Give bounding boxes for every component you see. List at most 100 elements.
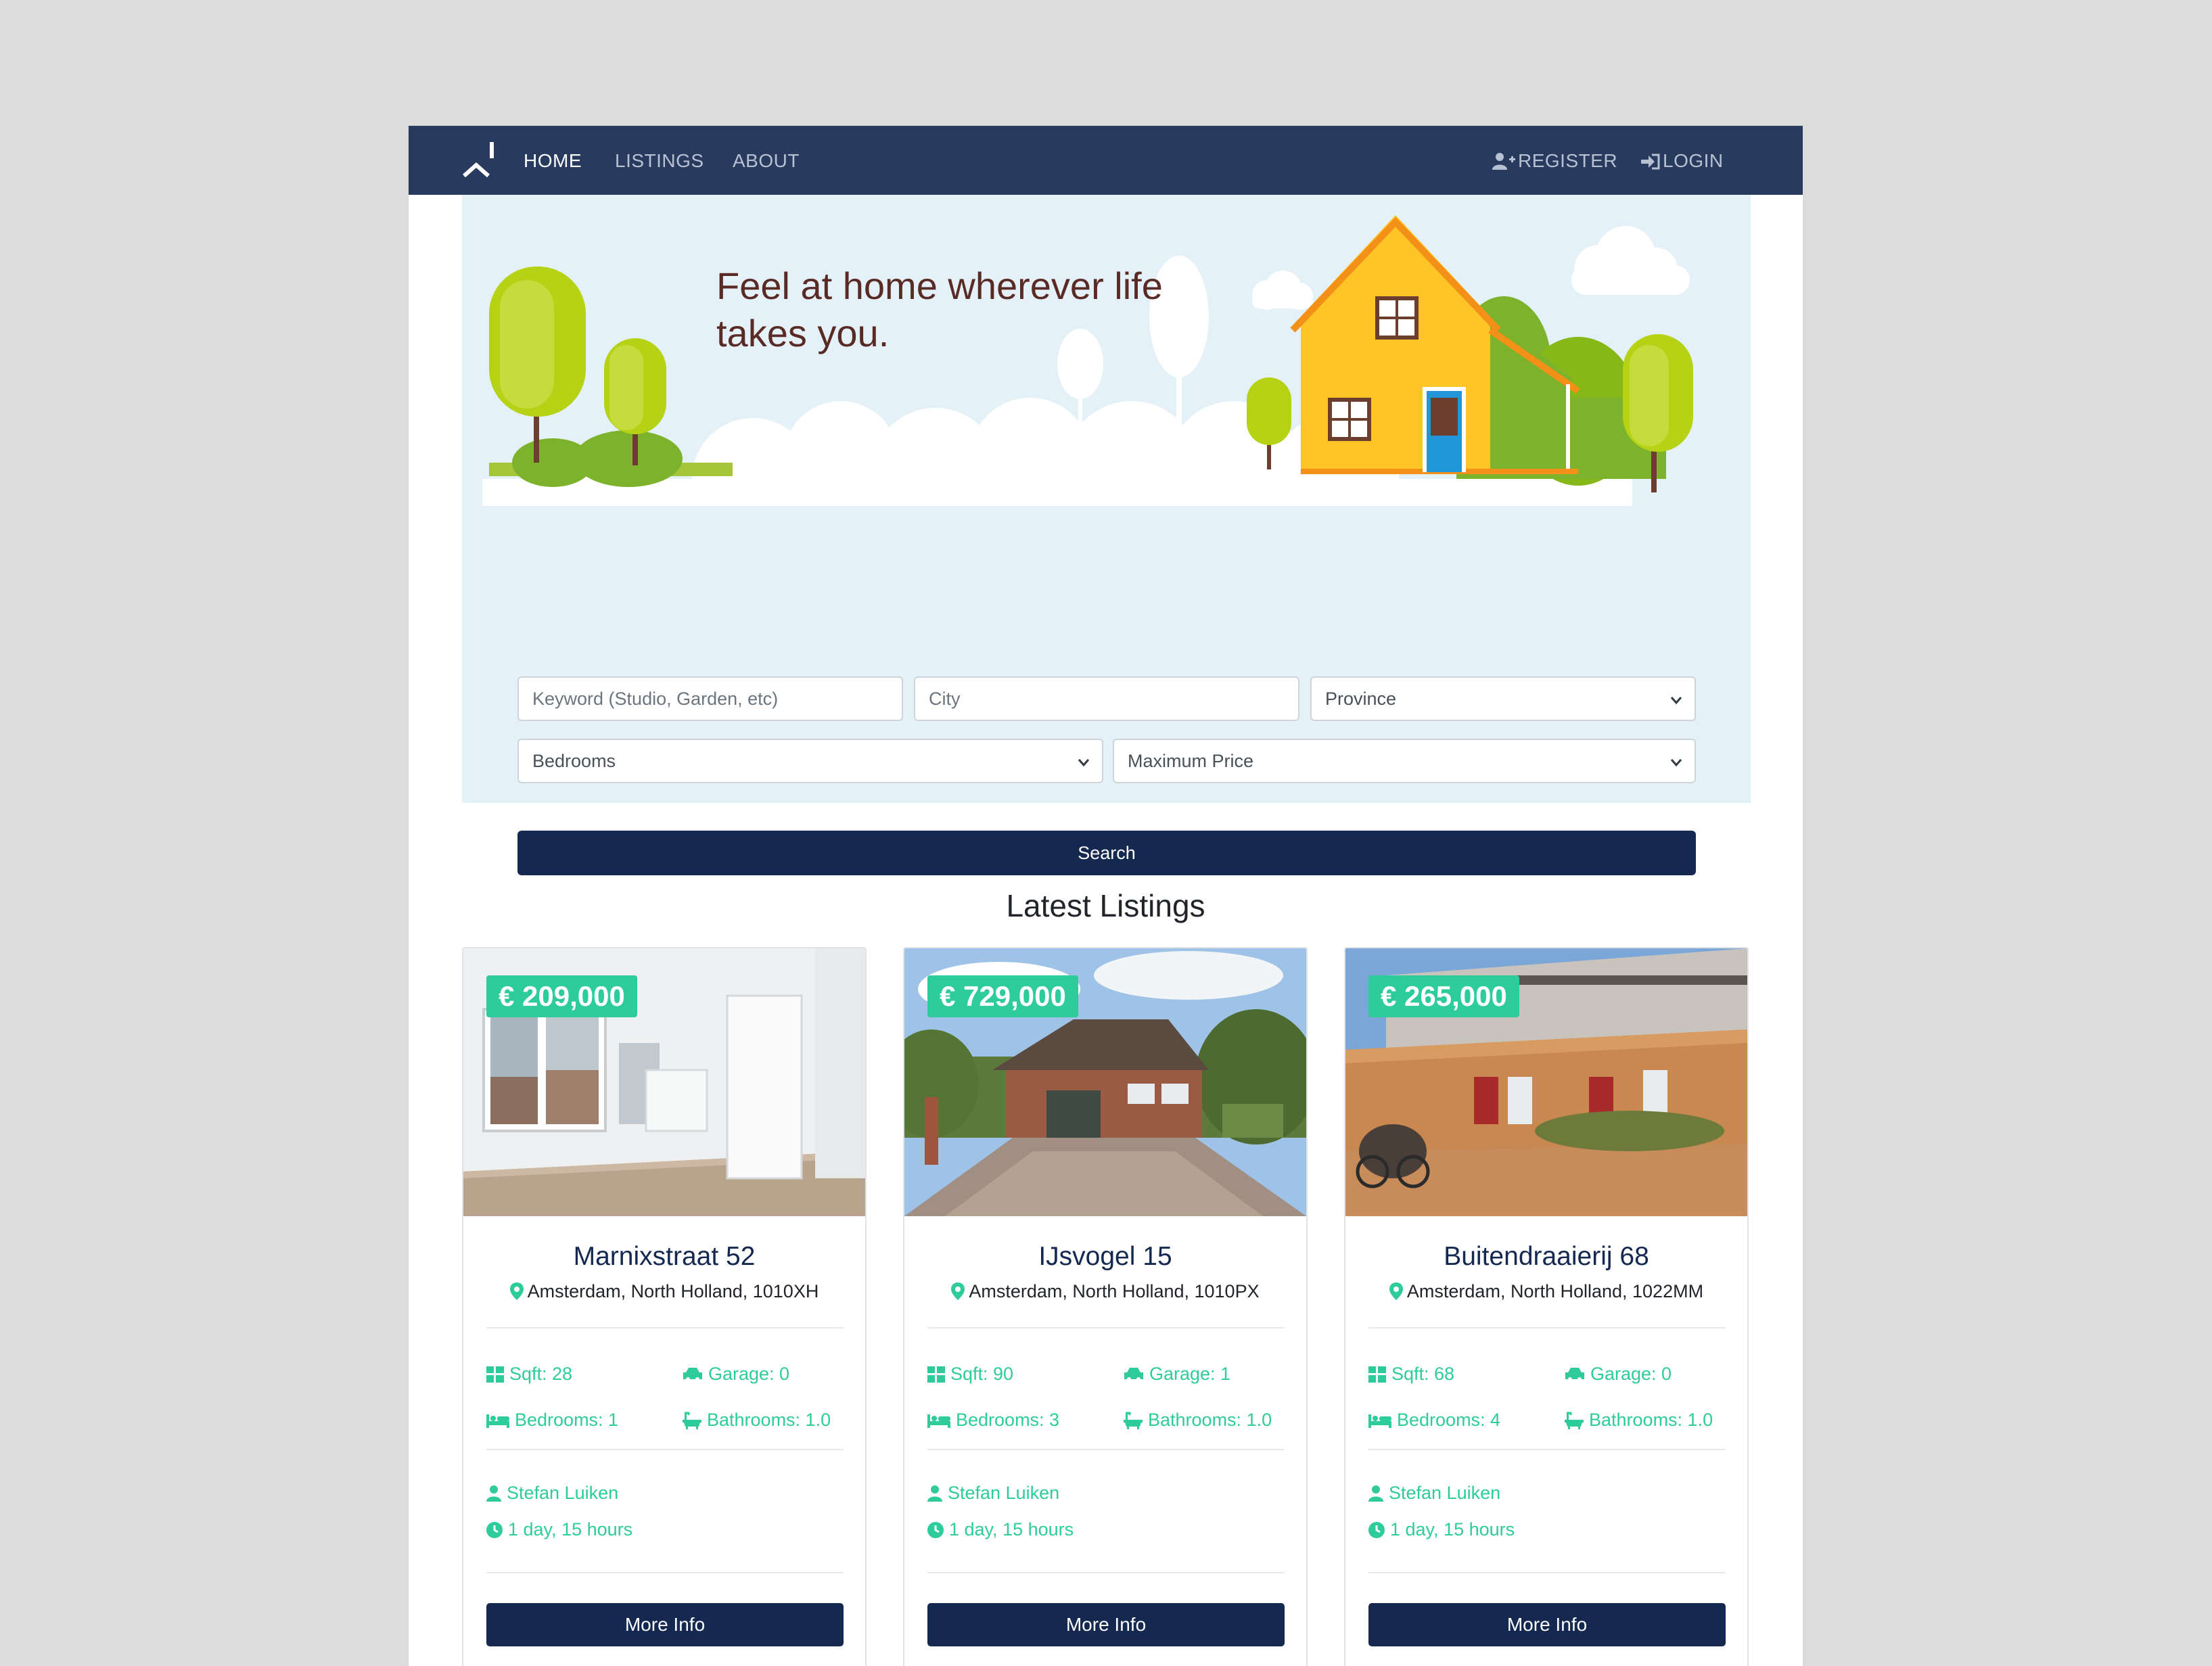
hero-search-section: Feel at home wherever life takes you. Ke… bbox=[462, 195, 1751, 875]
browser-window: HOME LISTINGS ABOUT REGISTER LOGIN Feel … bbox=[409, 126, 1803, 1666]
search-button[interactable]: Search bbox=[517, 831, 1696, 875]
listing-sqft-text: Sqft: 68 bbox=[1391, 1364, 1455, 1384]
listing-card: € 729,000 IJsvogel 15 Amsterdam, North H… bbox=[903, 947, 1308, 1666]
login-label: LOGIN bbox=[1663, 150, 1724, 171]
more-info-button[interactable]: More Info bbox=[927, 1603, 1285, 1646]
bed-icon bbox=[486, 1414, 509, 1428]
listing-sqft-text: Sqft: 28 bbox=[509, 1364, 573, 1384]
listing-realtor: Stefan Luiken bbox=[1368, 1483, 1500, 1504]
listing-address: Amsterdam, North Holland, 1010PX bbox=[904, 1281, 1306, 1302]
listing-title: Buitendraaierij 68 bbox=[1444, 1242, 1649, 1271]
listing-title: IJsvogel 15 bbox=[1038, 1242, 1172, 1271]
nav-login[interactable]: LOGIN bbox=[1641, 150, 1724, 172]
listing-date: 1 day, 15 hours bbox=[486, 1519, 632, 1540]
divider bbox=[1368, 1572, 1726, 1573]
user-icon bbox=[927, 1485, 942, 1502]
listing-card: € 209,000 Marnixstraat 52 Amsterdam, Nor… bbox=[462, 947, 867, 1666]
province-select[interactable]: Province bbox=[1310, 676, 1696, 721]
register-label: REGISTER bbox=[1518, 150, 1618, 171]
listing-date: 1 day, 15 hours bbox=[927, 1519, 1074, 1540]
bath-icon bbox=[1124, 1412, 1143, 1429]
keyword-input[interactable]: Keyword (Studio, Garden, etc) bbox=[517, 676, 903, 721]
listing-date-text: 1 day, 15 hours bbox=[1390, 1519, 1515, 1540]
map-marker-icon bbox=[509, 1282, 524, 1300]
chevron-down-icon bbox=[1670, 697, 1682, 705]
nav-register[interactable]: REGISTER bbox=[1492, 150, 1617, 172]
province-select-value: Province bbox=[1325, 688, 1397, 709]
listing-sqft: Sqft: 68 bbox=[1368, 1364, 1454, 1385]
city-input[interactable]: City bbox=[914, 676, 1299, 721]
listing-date-text: 1 day, 15 hours bbox=[508, 1519, 633, 1540]
listing-bedrooms-text: Bedrooms: 3 bbox=[956, 1410, 1060, 1430]
nav-listings[interactable]: LISTINGS bbox=[615, 150, 704, 172]
listing-address: Amsterdam, North Holland, 1022MM bbox=[1345, 1281, 1747, 1302]
divider bbox=[1368, 1327, 1726, 1328]
price-badge: € 729,000 bbox=[927, 975, 1078, 1017]
clock-icon bbox=[486, 1521, 503, 1538]
sign-in-icon bbox=[1641, 154, 1660, 170]
divider bbox=[486, 1449, 844, 1450]
listing-bedrooms: Bedrooms: 4 bbox=[1368, 1410, 1500, 1431]
listing-realtor-text: Stefan Luiken bbox=[948, 1483, 1060, 1503]
listing-address: Amsterdam, North Holland, 1010XH bbox=[463, 1281, 865, 1302]
listing-address-text: Amsterdam, North Holland, 1010XH bbox=[527, 1281, 819, 1301]
listing-bathrooms-text: Bathrooms: 1.0 bbox=[1148, 1410, 1272, 1430]
hero-headline: Feel at home wherever life takes you. bbox=[716, 264, 1163, 354]
divider bbox=[927, 1572, 1285, 1573]
nav-home[interactable]: HOME bbox=[524, 150, 582, 172]
listing-bedrooms-text: Bedrooms: 4 bbox=[1397, 1410, 1501, 1430]
listing-garage: Garage: 0 bbox=[683, 1364, 789, 1385]
listing-realtor: Stefan Luiken bbox=[486, 1483, 618, 1504]
chevron-down-icon bbox=[1078, 759, 1090, 767]
listing-garage: Garage: 0 bbox=[1565, 1364, 1672, 1385]
car-icon bbox=[683, 1367, 702, 1381]
price-badge: € 209,000 bbox=[486, 975, 637, 1017]
max-price-select[interactable]: Maximum Price bbox=[1113, 739, 1696, 783]
map-marker-icon bbox=[951, 1282, 965, 1300]
listing-realtor-text: Stefan Luiken bbox=[507, 1483, 619, 1503]
grid-icon bbox=[486, 1366, 504, 1383]
more-info-button[interactable]: More Info bbox=[1368, 1603, 1726, 1646]
user-plus-icon bbox=[1492, 153, 1515, 170]
more-info-button[interactable]: More Info bbox=[486, 1603, 844, 1646]
listing-bedrooms-text: Bedrooms: 1 bbox=[515, 1410, 619, 1430]
listing-bathrooms: Bathrooms: 1.0 bbox=[1565, 1410, 1713, 1431]
listing-sqft-text: Sqft: 90 bbox=[950, 1364, 1014, 1384]
listing-address-text: Amsterdam, North Holland, 1010PX bbox=[969, 1281, 1260, 1301]
divider bbox=[1368, 1449, 1726, 1450]
listing-garage-text: Garage: 0 bbox=[708, 1364, 790, 1384]
listing-title: Marnixstraat 52 bbox=[573, 1242, 756, 1271]
listing-bathrooms: Bathrooms: 1.0 bbox=[683, 1410, 831, 1431]
price-badge: € 265,000 bbox=[1368, 975, 1519, 1017]
listing-garage-text: Garage: 0 bbox=[1590, 1364, 1672, 1384]
map-marker-icon bbox=[1389, 1282, 1403, 1300]
clock-icon bbox=[1368, 1521, 1385, 1538]
listing-address-text: Amsterdam, North Holland, 1022MM bbox=[1406, 1281, 1704, 1301]
listing-bedrooms: Bedrooms: 1 bbox=[486, 1410, 618, 1431]
bath-icon bbox=[1565, 1412, 1584, 1429]
listing-date-text: 1 day, 15 hours bbox=[949, 1519, 1074, 1540]
listing-garage: Garage: 1 bbox=[1124, 1364, 1230, 1385]
listing-bathrooms-text: Bathrooms: 1.0 bbox=[707, 1410, 831, 1430]
latest-listings-heading: Latest Listings bbox=[1006, 888, 1205, 923]
max-price-select-value: Maximum Price bbox=[1128, 750, 1254, 771]
listing-bathrooms: Bathrooms: 1.0 bbox=[1124, 1410, 1272, 1431]
clock-icon bbox=[927, 1521, 944, 1538]
chevron-down-icon bbox=[1670, 759, 1682, 767]
divider bbox=[486, 1572, 844, 1573]
listing-sqft: Sqft: 28 bbox=[486, 1364, 572, 1385]
user-icon bbox=[486, 1485, 501, 1502]
listing-date: 1 day, 15 hours bbox=[1368, 1519, 1515, 1540]
nav-about[interactable]: ABOUT bbox=[733, 150, 800, 172]
bed-icon bbox=[1368, 1414, 1391, 1428]
car-icon bbox=[1124, 1367, 1143, 1381]
bed-icon bbox=[927, 1414, 950, 1428]
bedrooms-select[interactable]: Bedrooms bbox=[517, 739, 1103, 783]
logo-icon[interactable] bbox=[460, 139, 498, 181]
listing-realtor-text: Stefan Luiken bbox=[1389, 1483, 1501, 1503]
bedrooms-select-value: Bedrooms bbox=[532, 750, 616, 771]
listing-card: € 265,000 Buitendraaierij 68 Amsterdam, … bbox=[1344, 947, 1749, 1666]
listing-realtor: Stefan Luiken bbox=[927, 1483, 1059, 1504]
navbar: HOME LISTINGS ABOUT REGISTER LOGIN bbox=[409, 126, 1803, 195]
listing-sqft: Sqft: 90 bbox=[927, 1364, 1013, 1385]
